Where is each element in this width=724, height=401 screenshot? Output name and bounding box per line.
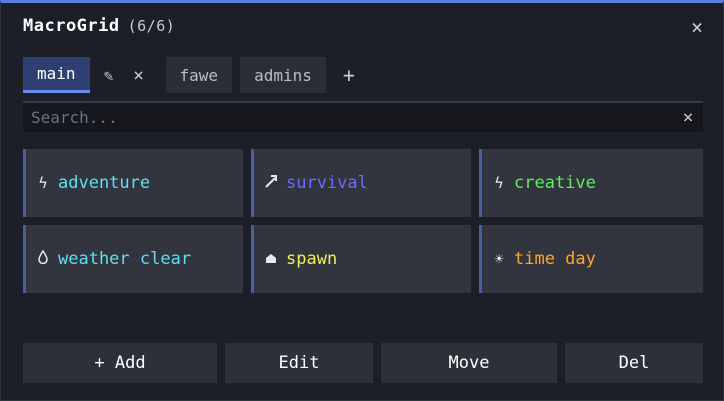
macro-label: weather clear	[58, 249, 192, 269]
edit-button[interactable]: Edit	[225, 343, 373, 383]
action-bar: + Add Edit Move Del	[23, 343, 703, 383]
macro-grid: ϟ adventure survival ϟ creative weather …	[23, 149, 703, 293]
macro-label: adventure	[58, 173, 151, 193]
macro-label: survival	[286, 173, 368, 193]
macro-button[interactable]: ☀ time day	[479, 225, 703, 293]
sun-icon: ☀	[494, 250, 504, 268]
lightning-icon: ϟ	[494, 174, 504, 192]
move-button[interactable]: Move	[381, 343, 557, 383]
macro-count: (6/6)	[127, 17, 176, 35]
home-icon	[262, 250, 280, 268]
pickaxe-icon	[262, 174, 280, 192]
lightning-icon: ϟ	[38, 174, 48, 192]
macro-button[interactable]: ϟ creative	[479, 149, 703, 217]
droplet-icon	[34, 249, 52, 268]
tab-admins[interactable]: admins	[240, 57, 326, 93]
delete-button[interactable]: Del	[565, 343, 703, 383]
macrogrid-window: MacroGrid (6/6) × main ✎ × fawe admins + …	[0, 0, 724, 401]
tab-bar: main ✎ × fawe admins +	[23, 57, 364, 93]
macro-button[interactable]: ϟ adventure	[23, 149, 243, 217]
tab-main[interactable]: main	[23, 57, 90, 93]
close-icon[interactable]: ×	[691, 17, 703, 37]
macro-label: creative	[514, 173, 596, 193]
macro-button[interactable]: survival	[251, 149, 471, 217]
window-title-text: MacroGrid	[23, 16, 120, 36]
pencil-icon[interactable]: ✎	[94, 57, 124, 93]
window-title: MacroGrid (6/6)	[23, 16, 175, 36]
add-button[interactable]: + Add	[23, 343, 217, 383]
clear-search-icon[interactable]: ×	[673, 107, 703, 128]
macro-label: time day	[514, 249, 596, 269]
delete-tab-icon[interactable]: ×	[124, 57, 154, 93]
macro-button[interactable]: weather clear	[23, 225, 243, 293]
search-bar: ×	[23, 101, 703, 132]
tab-fawe[interactable]: fawe	[165, 57, 233, 93]
search-input[interactable]	[23, 108, 673, 127]
macro-button[interactable]: spawn	[251, 225, 471, 293]
add-tab-icon[interactable]: +	[334, 57, 364, 93]
macro-label: spawn	[286, 249, 338, 269]
